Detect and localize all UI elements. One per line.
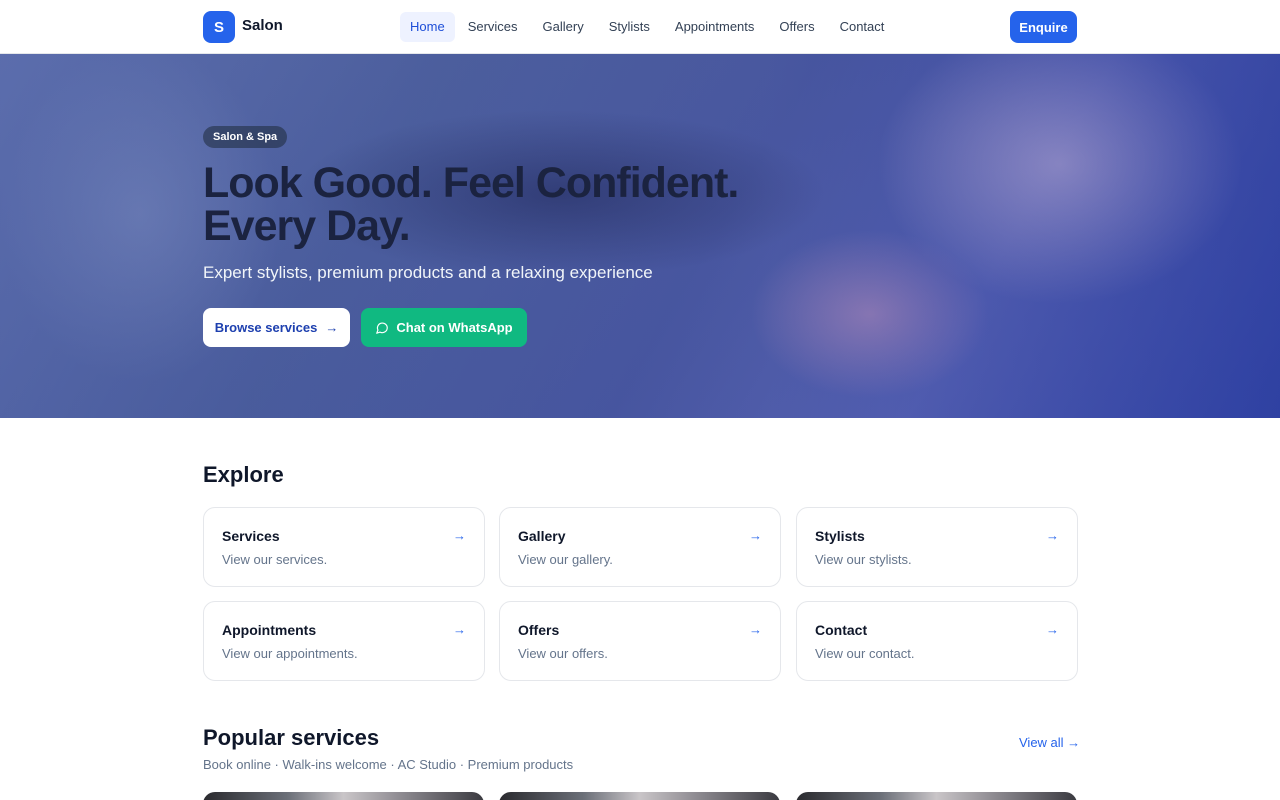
chat-bubble-icon — [376, 322, 389, 334]
arrow-right-icon: → — [749, 528, 762, 543]
arrow-right-icon: → — [1046, 528, 1059, 543]
explore-card-appointments[interactable]: Appointments View our appointments. → — [203, 601, 485, 681]
main-nav: Home Services Gallery Stylists Appointme… — [400, 12, 897, 42]
arrow-right-icon: → — [453, 528, 466, 543]
explore-heading: Explore — [203, 462, 284, 487]
explore-card-gallery[interactable]: Gallery View our gallery. → — [499, 507, 781, 587]
hero-tag-badge: Salon & Spa — [203, 126, 288, 148]
popular-services-heading: Popular services — [203, 725, 380, 750]
card-description: View our gallery. — [518, 552, 613, 567]
hero-subtitle: Expert stylists, premium products and a … — [203, 263, 653, 282]
hero-banner: Salon & Spa Look Good. Feel Confident. E… — [0, 54, 1280, 418]
card-title: Gallery — [518, 528, 566, 544]
service-card-image[interactable] — [796, 792, 1077, 800]
whatsapp-button[interactable]: Chat on WhatsApp — [361, 308, 527, 347]
arrow-right-icon: → — [453, 622, 466, 637]
nav-stylists[interactable]: Stylists — [597, 12, 662, 42]
nav-appointments[interactable]: Appointments — [663, 12, 767, 42]
card-description: View our offers. — [518, 646, 608, 661]
card-description: View our appointments. — [222, 646, 358, 661]
card-description: View our contact. — [815, 646, 915, 661]
service-card-image[interactable] — [203, 792, 484, 800]
popular-services-subtitle: Book online · Walk-ins welcome · AC Stud… — [203, 757, 574, 772]
brand-name[interactable]: Salon — [242, 17, 283, 34]
browse-services-label: Browse services — [214, 320, 318, 335]
nav-home[interactable]: Home — [400, 12, 455, 42]
hero-title-line-1: Look Good. Feel Confident. — [203, 159, 739, 207]
card-description: View our services. — [222, 552, 328, 567]
hero-title: Look Good. Feel Confident. Every Day. — [203, 162, 823, 248]
arrow-right-icon: → — [1046, 622, 1059, 637]
explore-card-contact[interactable]: Contact View our contact. → — [796, 601, 1078, 681]
view-all-link[interactable]: View all → — [1019, 735, 1080, 750]
card-title: Offers — [518, 622, 560, 638]
nav-offers[interactable]: Offers — [767, 12, 826, 42]
enquire-button[interactable]: Enquire — [1010, 11, 1077, 43]
explore-card-offers[interactable]: Offers View our offers. → — [499, 601, 781, 681]
nav-gallery[interactable]: Gallery — [531, 12, 596, 42]
nav-contact[interactable]: Contact — [828, 12, 897, 42]
explore-card-services[interactable]: Services View our services. → — [203, 507, 485, 587]
card-title: Services — [222, 528, 280, 544]
card-title: Contact — [815, 622, 868, 638]
nav-services[interactable]: Services — [456, 12, 530, 42]
hero-title-line-2: Every Day. — [203, 202, 411, 250]
arrow-right-icon: → — [325, 320, 339, 335]
site-header: S Salon Home Services Gallery Stylists A… — [0, 0, 1280, 54]
browse-services-button[interactable]: Browse services → — [203, 308, 350, 347]
card-title: Appointments — [222, 622, 317, 638]
explore-card-stylists[interactable]: Stylists View our stylists. → — [796, 507, 1078, 587]
card-description: View our stylists. — [815, 552, 912, 567]
arrow-right-icon: → — [749, 622, 762, 637]
service-card-image[interactable] — [499, 792, 780, 800]
logo-icon[interactable]: S — [203, 11, 235, 43]
whatsapp-label: Chat on WhatsApp — [396, 320, 513, 335]
card-title: Stylists — [815, 528, 865, 544]
